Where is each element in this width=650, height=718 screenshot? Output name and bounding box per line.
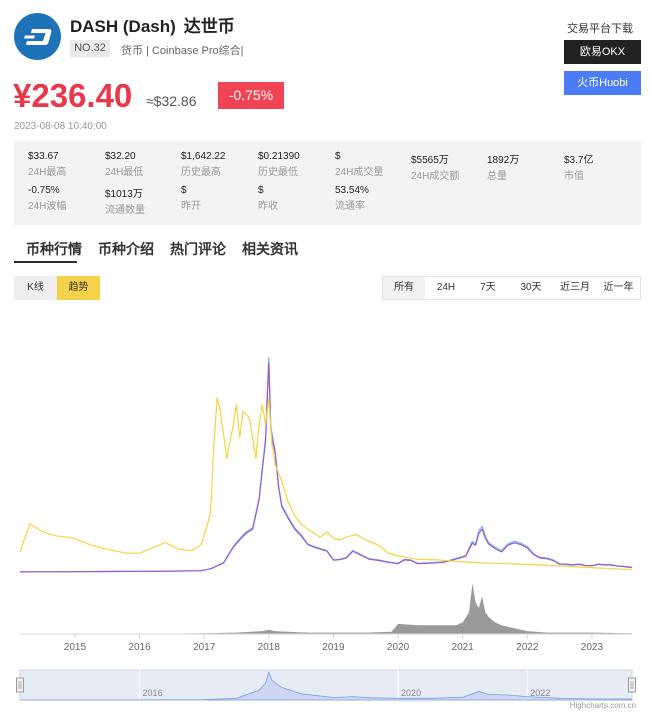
price-cny: ¥236.40 xyxy=(13,77,133,114)
okx-download-button[interactable]: 欧易OKX xyxy=(564,40,641,64)
x-tick-label: 2017 xyxy=(193,642,216,653)
time-range-selector: 所有 24H 7天 30天 近三月 近一年 xyxy=(382,276,641,300)
x-tick-label: 2016 xyxy=(128,642,151,653)
navigator-right-handle xyxy=(628,677,636,693)
stat-value: 1892万 xyxy=(487,155,520,166)
stat-24h-amplitude: -0.75% 24H波幅 xyxy=(28,185,103,212)
stat-market-cap: $3.7亿市值 xyxy=(564,151,639,182)
stat-value: -0.75% xyxy=(28,185,60,196)
stat-circulating: $1013万 流通数量 xyxy=(105,185,180,216)
coin-cn-name: 达世币 xyxy=(183,17,235,36)
range-24h-button[interactable]: 24H xyxy=(425,277,467,299)
stat-prev-open: $ 昨开 xyxy=(181,185,256,212)
exchange-title: 交易平台下载 xyxy=(567,23,633,35)
rank-badge: NO.32 xyxy=(70,40,110,57)
volume-area xyxy=(20,583,632,634)
stat-circulation-rate: 53.54% 流通率 xyxy=(335,185,410,212)
range-7d-button[interactable]: 7天 xyxy=(467,277,509,299)
stat-value: $5565万 xyxy=(411,155,449,166)
stat-label: 24H成交额 xyxy=(411,171,460,182)
x-tick-label: 2015 xyxy=(64,642,87,653)
stat-value: $3.7亿 xyxy=(564,155,594,166)
stat-label: 24H成交量 xyxy=(335,167,384,178)
navigator-tick-label: 2020 xyxy=(401,688,421,698)
coin-title: DASH (Dash) 达世币 xyxy=(70,12,235,37)
coin-tags: 货币 | Coinbase Pro综合| xyxy=(121,45,244,57)
stat-label: 历史最高 xyxy=(181,167,221,178)
stat-value: $33.67 xyxy=(28,151,59,162)
stat-24h-low: $32.20 24H最低 xyxy=(105,151,180,178)
price-usd: ≈$32.86 xyxy=(146,93,197,109)
active-tab-indicator xyxy=(14,261,77,263)
chart-credit: Highcharts.com.cn xyxy=(569,701,636,710)
x-tick-label: 2020 xyxy=(387,642,410,653)
stat-label: 24H最高 xyxy=(28,167,67,178)
update-time: 2023-08-08 10:40:00 xyxy=(14,121,107,132)
stat-label: 24H最低 xyxy=(105,167,144,178)
stat-label: 昨开 xyxy=(181,201,201,212)
stat-value: $1013万 xyxy=(105,189,143,200)
range-all-button[interactable]: 所有 xyxy=(383,277,425,299)
price-change-badge: -0.75% xyxy=(218,82,284,109)
stat-value: $ xyxy=(335,151,341,162)
huobi-download-button[interactable]: 火币Huobi xyxy=(564,71,641,95)
tab-intro[interactable]: 币种介绍 xyxy=(98,239,154,259)
stat-24h-volume: $24H成交量 xyxy=(335,151,410,178)
stat-ath: $1,642.22 历史最高 xyxy=(181,151,256,178)
price-trend-chart[interactable]: 2015 2016 2017 2018 2019 2020 2021 2022 2023 2016… xyxy=(0,300,650,718)
tab-comments[interactable]: 热门评论 xyxy=(170,239,226,259)
stat-label: 市值 xyxy=(564,171,584,182)
stat-value: 53.54% xyxy=(335,185,369,196)
x-tick-label: 2019 xyxy=(322,642,345,653)
stats-panel: $33.67 24H最高 $32.20 24H最低 $1,642.22 历史最高 $0… xyxy=(14,141,641,225)
dash-logo-icon xyxy=(14,13,61,60)
stat-value: $32.20 xyxy=(105,151,136,162)
kline-button[interactable]: K线 xyxy=(14,276,57,300)
x-tick-label: 2022 xyxy=(516,642,539,653)
stat-atl: $0.21390 历史最低 xyxy=(258,151,333,178)
navigator-tick-label: 2022 xyxy=(530,688,550,698)
range-3m-button[interactable]: 近三月 xyxy=(553,277,597,299)
stat-label: 24H波幅 xyxy=(28,201,67,212)
range-1y-button[interactable]: 近一年 xyxy=(597,277,640,299)
range-30d-button[interactable]: 30天 xyxy=(509,277,553,299)
tab-market[interactable]: 币种行情 xyxy=(26,239,82,259)
x-tick-label: 2021 xyxy=(452,642,475,653)
dash-glyph-icon xyxy=(23,28,51,45)
stat-label: 昨收 xyxy=(258,201,278,212)
stat-label: 流通率 xyxy=(335,201,365,212)
tab-news[interactable]: 相关资讯 xyxy=(242,239,298,259)
trend-button[interactable]: 趋势 xyxy=(57,276,100,300)
stat-24h-high: $33.67 24H最高 xyxy=(28,151,103,178)
stat-value: $ xyxy=(181,185,187,196)
series-line-price xyxy=(19,357,633,573)
stat-prev-close: $ 昨收 xyxy=(258,185,333,212)
stat-label: 总量 xyxy=(487,171,507,182)
stat-value: $ xyxy=(258,185,264,196)
coin-name: DASH (Dash) xyxy=(70,17,176,36)
series-line-price_cny xyxy=(19,362,633,573)
series-line-marketcap xyxy=(19,397,633,571)
x-tick-label: 2023 xyxy=(581,642,604,653)
stat-label: 流通数量 xyxy=(105,205,145,216)
navigator-left-handle xyxy=(16,677,24,693)
stat-total-supply: 1892万总量 xyxy=(487,151,562,182)
stat-24h-turnover: $5565万 24H成交额 xyxy=(411,151,486,182)
navigator-tick-label: 2016 xyxy=(143,688,163,698)
stat-value: $0.21390 xyxy=(258,151,300,162)
stat-value: $1,642.22 xyxy=(181,151,226,162)
x-tick-label: 2018 xyxy=(258,642,281,653)
stat-label: 历史最低 xyxy=(258,167,298,178)
